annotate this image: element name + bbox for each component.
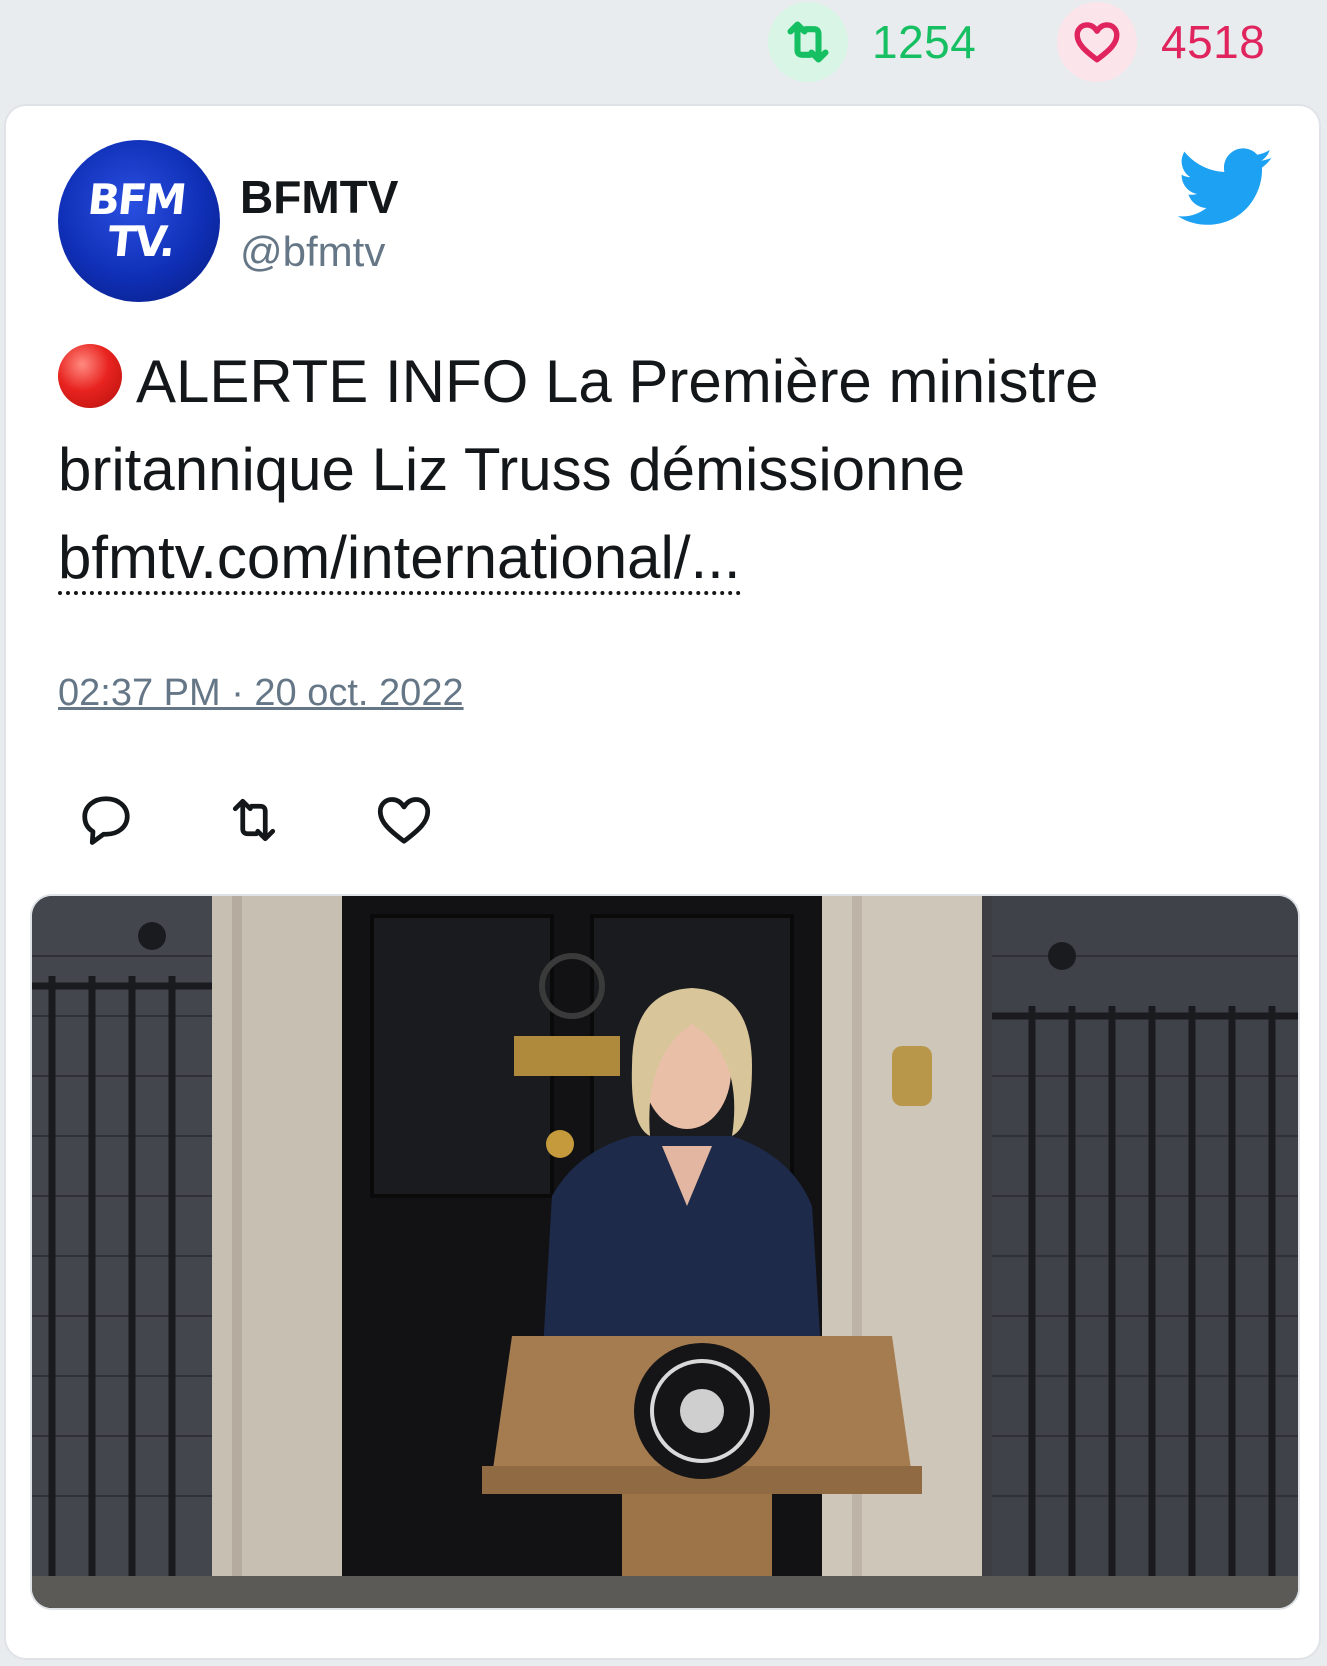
stats-bar: 1254 4518 bbox=[0, 0, 1327, 100]
retweet-action-icon[interactable] bbox=[224, 790, 284, 850]
tweet-media-photo[interactable] bbox=[30, 894, 1300, 1610]
retweet-count: 1254 bbox=[872, 16, 977, 68]
tweet-timestamp[interactable]: 02:37 PM · 20 oct. 2022 bbox=[58, 672, 464, 715]
twitter-bird-icon[interactable] bbox=[1178, 148, 1274, 228]
author-name[interactable]: BFMTV bbox=[240, 170, 398, 224]
like-count: 4518 bbox=[1161, 16, 1266, 68]
reply-icon[interactable] bbox=[76, 790, 136, 850]
avatar[interactable]: BFM TV. bbox=[58, 140, 220, 302]
like-action-icon[interactable] bbox=[374, 790, 434, 850]
tweet-link[interactable]: bfmtv.com/international/... bbox=[58, 525, 741, 595]
avatar-logo-line2: TV. bbox=[105, 217, 177, 266]
retweet-icon bbox=[768, 2, 848, 82]
heart-icon bbox=[1057, 2, 1137, 82]
avatar-logo-line1: BFM bbox=[85, 175, 187, 224]
author-handle[interactable]: @bfmtv bbox=[240, 228, 385, 276]
tweet-body: ALERTE INFO La Première ministre britann… bbox=[58, 348, 1099, 503]
red-circle-emoji-icon bbox=[58, 344, 122, 408]
tweet-text: ALERTE INFO La Première ministre britann… bbox=[58, 338, 1288, 602]
like-count-stat[interactable]: 4518 bbox=[1057, 0, 1265, 84]
tweet-card: BFM TV. BFMTV @bfmtv ALERTE INFO La Prem… bbox=[4, 104, 1321, 1660]
retweet-count-stat[interactable]: 1254 bbox=[768, 0, 976, 84]
photo-illustration bbox=[32, 896, 1298, 1608]
